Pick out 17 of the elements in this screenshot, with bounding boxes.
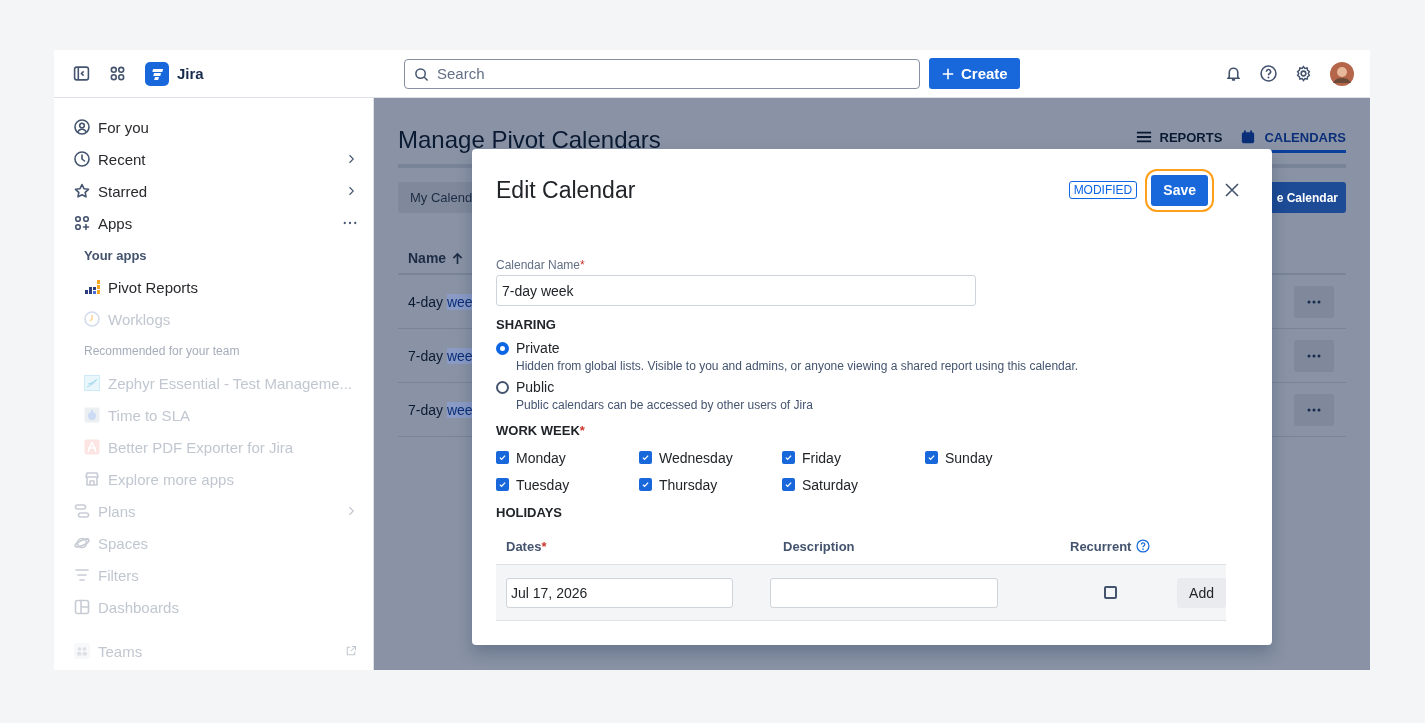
- page-title: Manage Pivot Calendars: [398, 126, 661, 154]
- section-heading: WORK WEEK*: [496, 423, 586, 438]
- option-description: Hidden from global lists. Visible to you and admins, or anyone viewing a shared report using this calendar.: [516, 359, 1080, 373]
- section-heading: Your apps: [84, 247, 148, 263]
- column-header: Dates*: [506, 538, 547, 554]
- column-header: Recurrent: [1070, 538, 1132, 554]
- status-badge: MODIFIED: [1068, 181, 1138, 199]
- option-description: Public calendars can be accessed by other users of Jira: [516, 398, 814, 412]
- table-cell: 7-day wee: [408, 401, 473, 418]
- section-heading: Recommended for your team: [84, 344, 241, 358]
- table-cell: 4-day wee: [408, 293, 473, 310]
- column-header: Description: [783, 538, 855, 554]
- section-heading: HOLIDAYS: [496, 505, 563, 520]
- dialog-title: Edit Calendar: [496, 176, 637, 204]
- table-cell: 7-day wee: [408, 347, 473, 364]
- field-label: Calendar Name*: [496, 258, 586, 272]
- section-heading: SHARING: [496, 317, 557, 332]
